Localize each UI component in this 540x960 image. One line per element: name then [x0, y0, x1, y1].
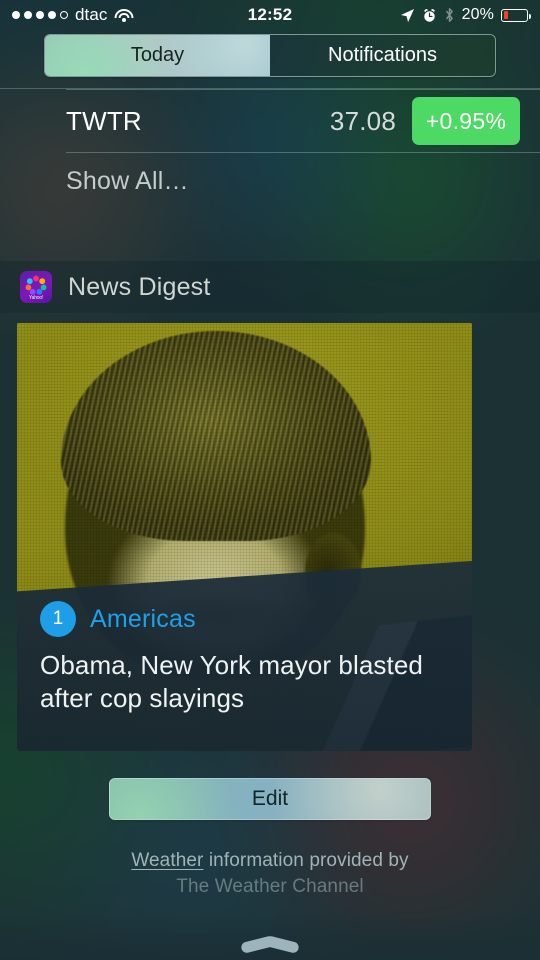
- segmented-control[interactable]: Today Notifications: [44, 34, 496, 77]
- news-card-area: 1 Americas Obama, New York mayor blasted…: [0, 313, 540, 751]
- status-bar: dtac 12:52 20%: [0, 0, 540, 30]
- alarm-clock-icon: [423, 8, 435, 22]
- chevron-up-grabber-icon[interactable]: [240, 935, 300, 954]
- news-category-row: 1 Americas: [40, 601, 196, 637]
- news-category-label: Americas: [90, 604, 196, 633]
- battery-icon: [501, 8, 531, 22]
- weather-attribution-line2: The Weather Channel: [176, 876, 364, 897]
- yahoo-news-digest-icon: Yahoo!: [20, 271, 52, 303]
- edit-button[interactable]: Edit: [109, 778, 431, 820]
- stock-row-twtr[interactable]: TWTR 37.08 +0.95%: [0, 90, 540, 152]
- tab-notifications[interactable]: Notifications: [270, 35, 495, 76]
- battery-fill: [503, 11, 508, 19]
- stock-price: 37.08: [329, 105, 396, 136]
- bluetooth-icon: [445, 8, 453, 22]
- weather-attribution-text: information provided by: [203, 850, 409, 871]
- show-all-stocks-button[interactable]: Show All…: [0, 153, 540, 209]
- grabber-area[interactable]: [0, 935, 540, 954]
- weather-attribution: Weather information provided by The Weat…: [0, 850, 540, 898]
- icon-brand-text: Yahoo!: [28, 295, 44, 301]
- news-headline: Obama, New York mayor blasted after cop …: [40, 650, 423, 713]
- stock-change-badge: +0.95%: [412, 97, 520, 145]
- stock-symbol: TWTR: [66, 105, 142, 136]
- status-bar-clock: 12:52: [247, 5, 293, 24]
- news-card[interactable]: 1 Americas Obama, New York mayor blasted…: [17, 323, 472, 751]
- widget-title: News Digest: [68, 272, 211, 301]
- weather-attribution-link[interactable]: Weather: [131, 850, 203, 871]
- tab-today[interactable]: Today: [45, 35, 270, 76]
- today-footer: Edit Weather information provided by The…: [0, 778, 540, 898]
- news-rank-badge: 1: [40, 601, 76, 637]
- today-view-content: TWTR 37.08 +0.95% Show All… Yahoo! News …: [0, 88, 540, 751]
- widget-header-news-digest[interactable]: Yahoo! News Digest: [0, 261, 540, 313]
- notification-center-screen: dtac 12:52 20% Today Notifications TWTR …: [0, 0, 540, 960]
